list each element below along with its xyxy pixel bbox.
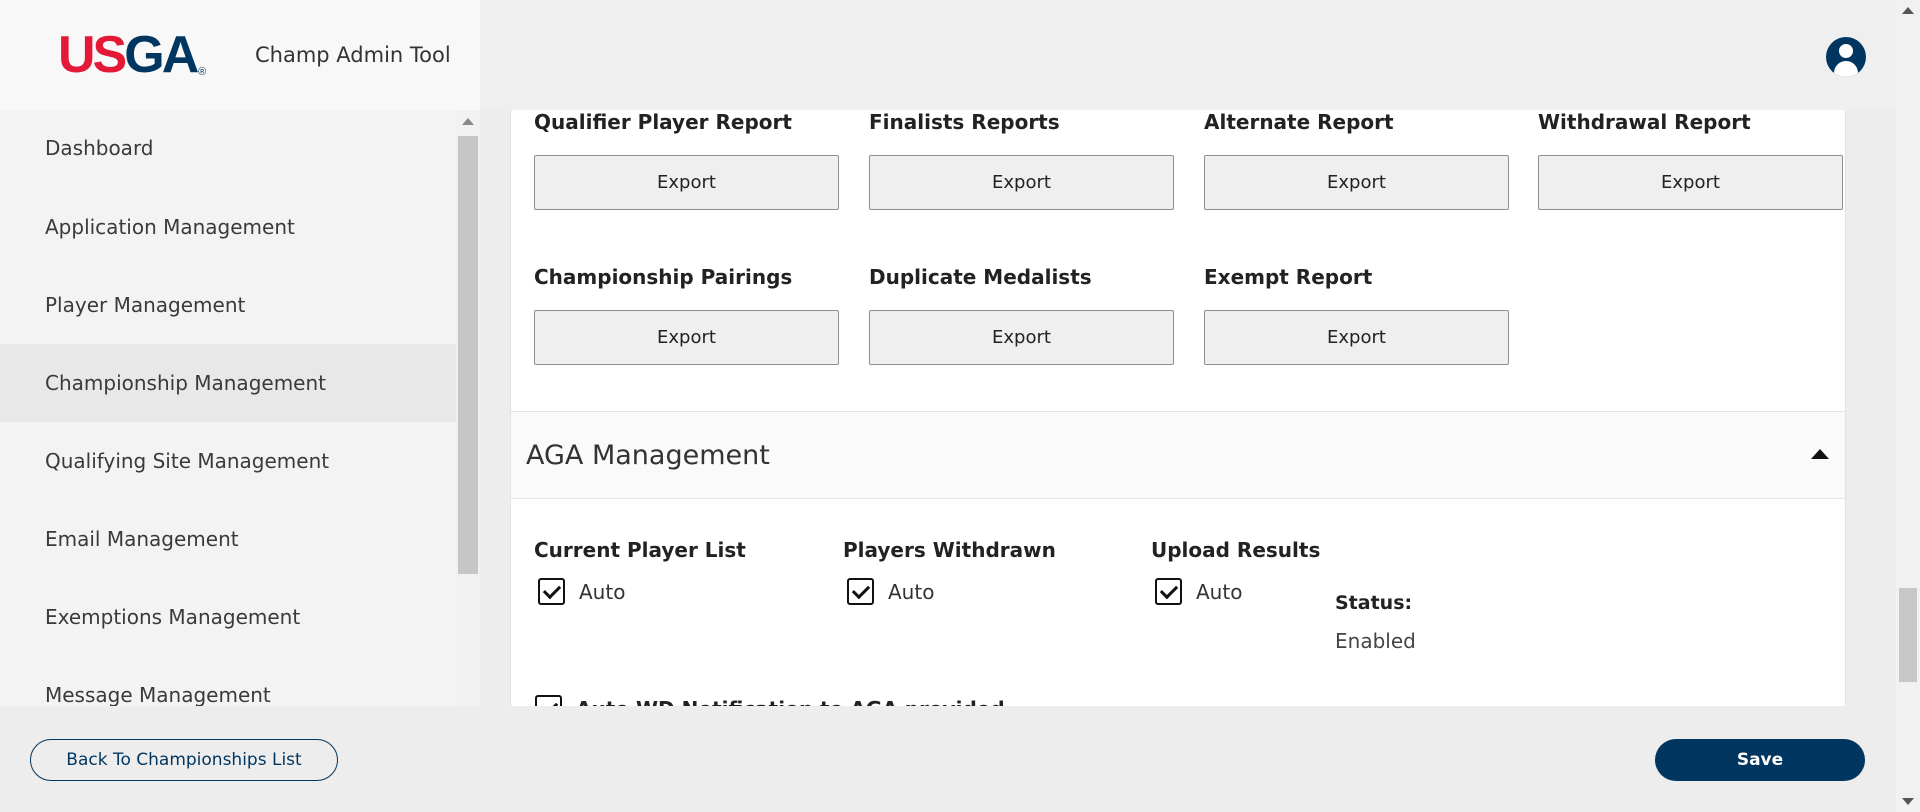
sidebar-item-application-management[interactable]: Application Management: [0, 188, 456, 266]
section-title: AGA Management: [526, 440, 770, 471]
status-label: Status:: [1335, 592, 1413, 614]
sidebar-scrollbar[interactable]: [456, 110, 480, 706]
checkbox-checked-icon[interactable]: [538, 578, 565, 605]
aga-players-withdrawn: Players Withdrawn Auto: [843, 538, 1056, 605]
aga-column-label: Current Player List: [534, 538, 746, 562]
app-title: Champ Admin Tool: [255, 43, 451, 67]
report-withdrawal: Withdrawal Report Export: [1538, 110, 1843, 210]
scroll-up-arrow-icon[interactable]: [462, 118, 474, 125]
aga-current-player-list: Current Player List Auto: [534, 538, 746, 605]
export-button[interactable]: Export: [534, 155, 839, 210]
usga-logo[interactable]: USGA ®: [58, 26, 206, 84]
sidebar-item-qualifying-site-management[interactable]: Qualifying Site Management: [0, 422, 456, 500]
save-button[interactable]: Save: [1655, 739, 1865, 781]
avatar-head: [1839, 44, 1853, 58]
sidebar-item-email-management[interactable]: Email Management: [0, 500, 456, 578]
checkbox-checked-icon[interactable]: [1155, 578, 1182, 605]
sidebar-nav: Dashboard Application Management Player …: [0, 110, 456, 706]
report-label: Qualifier Player Report: [534, 110, 792, 134]
aga-section-header[interactable]: AGA Management: [511, 411, 1845, 499]
sidebar-scroll-thumb[interactable]: [458, 136, 478, 574]
footer-bar: Back To Championships List Save: [0, 706, 1896, 812]
logo-us-text: US: [58, 26, 127, 84]
user-avatar-icon[interactable]: [1826, 37, 1866, 77]
main-content: Qualifier Player Report Export Finalists…: [480, 110, 1896, 706]
brand-area: USGA ® Champ Admin Tool: [0, 0, 480, 110]
auto-checkbox-row[interactable]: Auto: [847, 578, 934, 605]
scroll-down-arrow-icon[interactable]: [1902, 798, 1914, 805]
export-button[interactable]: Export: [1204, 155, 1509, 210]
auto-wd-notification-row[interactable]: Auto WD Notification to AGA provided: [535, 695, 1005, 706]
export-button[interactable]: Export: [1204, 310, 1509, 365]
checkbox-label: Auto: [888, 579, 935, 604]
page-scrollbar[interactable]: [1896, 0, 1920, 812]
sidebar-item-player-management[interactable]: Player Management: [0, 266, 456, 344]
logo-ga-text: GA: [124, 26, 199, 84]
export-button[interactable]: Export: [1538, 155, 1843, 210]
page-scroll-thumb[interactable]: [1899, 588, 1917, 682]
checkbox-label: Auto WD Notification to AGA provided: [576, 697, 1005, 707]
report-label: Exempt Report: [1204, 265, 1373, 289]
checkbox-label: Auto: [579, 579, 626, 604]
report-alternate: Alternate Report Export: [1204, 110, 1509, 210]
championship-panel: Qualifier Player Report Export Finalists…: [510, 110, 1846, 706]
report-qualifier-player: Qualifier Player Report Export: [534, 110, 839, 210]
back-to-championships-button[interactable]: Back To Championships List: [30, 739, 338, 781]
report-label: Duplicate Medalists: [869, 265, 1092, 289]
sidebar-item-message-management[interactable]: Message Management: [0, 656, 456, 706]
report-duplicate-medalists: Duplicate Medalists Export: [869, 265, 1174, 365]
status-value: Enabled: [1335, 629, 1416, 653]
auto-checkbox-row[interactable]: Auto: [1155, 578, 1242, 605]
aga-upload-results: Upload Results Auto: [1151, 538, 1321, 605]
sidebar-item-exemptions-management[interactable]: Exemptions Management: [0, 578, 456, 656]
report-label: Finalists Reports: [869, 110, 1060, 134]
report-label: Alternate Report: [1204, 110, 1394, 134]
export-button[interactable]: Export: [869, 310, 1174, 365]
aga-column-label: Players Withdrawn: [843, 538, 1056, 562]
caret-up-icon[interactable]: [1811, 449, 1829, 459]
scroll-up-arrow-icon[interactable]: [1902, 7, 1914, 14]
sidebar-item-dashboard[interactable]: Dashboard: [0, 110, 456, 188]
report-finalists: Finalists Reports Export: [869, 110, 1174, 210]
checkbox-checked-icon[interactable]: [847, 578, 874, 605]
auto-checkbox-row[interactable]: Auto: [538, 578, 625, 605]
report-exempt: Exempt Report Export: [1204, 265, 1509, 365]
logo-registered-mark: ®: [198, 66, 207, 78]
app-header: USGA ® Champ Admin Tool: [0, 0, 1920, 110]
avatar-body: [1834, 61, 1858, 77]
report-label: Championship Pairings: [534, 265, 793, 289]
export-button[interactable]: Export: [869, 155, 1174, 210]
checkbox-label: Auto: [1196, 579, 1243, 604]
sidebar-item-championship-management[interactable]: Championship Management: [0, 344, 456, 422]
report-championship-pairings: Championship Pairings Export: [534, 265, 839, 365]
aga-column-label: Upload Results: [1151, 538, 1321, 562]
checkbox-checked-icon[interactable]: [535, 695, 562, 706]
report-label: Withdrawal Report: [1538, 110, 1751, 134]
export-button[interactable]: Export: [534, 310, 839, 365]
